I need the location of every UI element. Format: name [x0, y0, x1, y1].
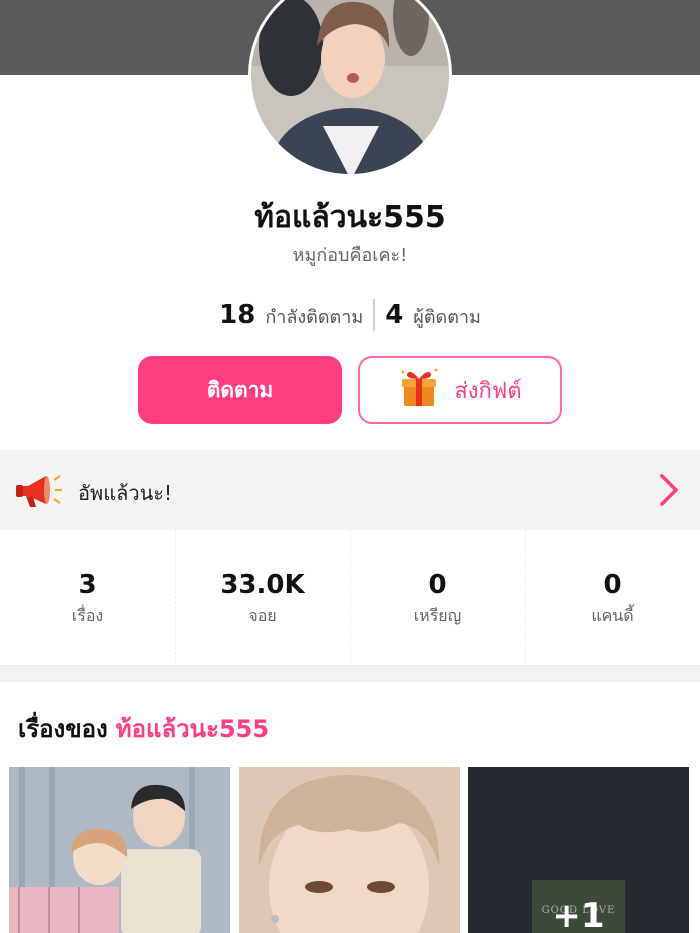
follow-stats: 18 กำลังติดตาม 4 ผู้ติดตาม: [0, 297, 700, 333]
stat-stories[interactable]: 3 เรื่อง: [0, 530, 175, 665]
stat-candy[interactable]: 0 แคนดี้: [525, 530, 700, 665]
story-card[interactable]: [9, 767, 230, 933]
more-stories-overlay[interactable]: GOOD LOVE +1: [532, 880, 625, 933]
following-label: กำลังติดตาม: [265, 306, 364, 328]
announcement-bar[interactable]: อัพแล้วนะ!: [0, 450, 700, 530]
stat-label: แคนดี้: [591, 606, 634, 625]
section-divider: [0, 666, 700, 682]
follow-button[interactable]: ติดตาม: [138, 356, 342, 424]
gift-box-icon: [398, 366, 440, 414]
stories-heading-prefix: เรื่องของ: [18, 715, 108, 743]
announcement-text: อัพแล้วนะ!: [78, 481, 173, 505]
stat-value: 0: [603, 570, 622, 600]
avatar-photo: [251, 0, 449, 174]
stat-label: เหรียญ: [413, 606, 462, 625]
story-card[interactable]: GOOD LOVE +1: [468, 767, 689, 933]
stat-divider: [373, 299, 376, 331]
profile-bio: หมูก่อบคือเคะ!: [292, 245, 408, 266]
following-stat[interactable]: 18 กำลังติดตาม: [219, 300, 363, 331]
followers-stat[interactable]: 4 ผู้ติดตาม: [385, 300, 481, 331]
follow-button-label: ติดตาม: [206, 377, 274, 402]
stat-label: จอย: [248, 606, 277, 625]
stat-value: 3: [78, 570, 97, 600]
stat-label: เรื่อง: [71, 606, 104, 625]
profile-stats-row: 3 เรื่อง 33.0K จอย 0 เหรียญ 0 แคนดี้: [0, 530, 700, 666]
more-stories-count: +1: [552, 896, 605, 933]
story-cover-image: [9, 767, 230, 933]
stat-value: 33.0K: [220, 570, 305, 600]
followers-count: 4: [385, 299, 404, 330]
story-cover-image: [239, 767, 460, 933]
send-gift-label: ส่งกิฟต์: [454, 378, 522, 404]
chevron-right-icon: [656, 472, 682, 512]
followers-label: ผู้ติดตาม: [413, 306, 481, 328]
stories-heading: เรื่องของ ท้อแล้วนะ555: [18, 709, 269, 748]
following-count: 18: [219, 299, 256, 330]
stat-joy[interactable]: 33.0K จอย: [175, 530, 350, 665]
stat-value: 0: [428, 570, 447, 600]
megaphone-icon: [14, 472, 64, 514]
stat-coins[interactable]: 0 เหรียญ: [350, 530, 525, 665]
profile-avatar[interactable]: [248, 0, 452, 177]
story-card[interactable]: [239, 767, 460, 933]
stories-heading-owner: ท้อแล้วนะ555: [115, 715, 270, 743]
profile-username: ท้อแล้วนะ555: [254, 200, 446, 235]
send-gift-button[interactable]: ส่งกิฟต์: [358, 356, 562, 424]
